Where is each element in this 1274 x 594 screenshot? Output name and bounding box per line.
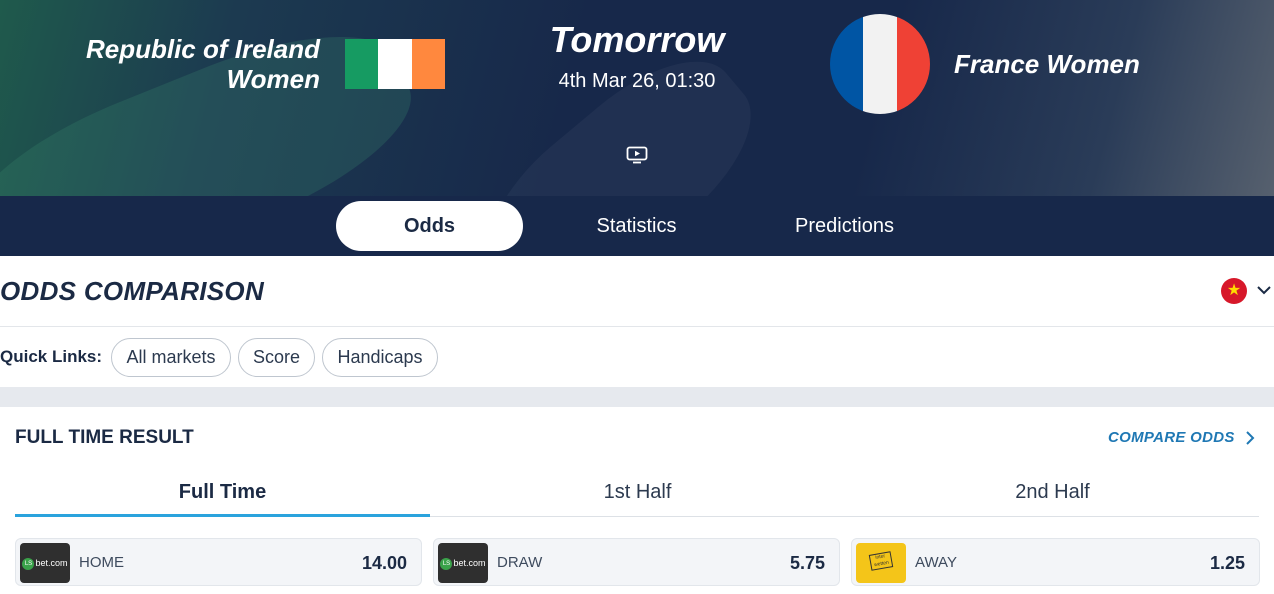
lsbet-logo-badge: LS — [22, 557, 35, 570]
odd-label: DRAW — [497, 554, 543, 571]
period-tab-full-time[interactable]: Full Time — [15, 477, 430, 517]
period-tab-2nd-half[interactable]: 2nd Half — [845, 477, 1260, 517]
interwetten-logo: inter wetten — [856, 543, 906, 583]
home-team-name-line2: Women — [226, 64, 320, 94]
lsbet-logo: LS bet.com — [438, 543, 488, 583]
odd-label: AWAY — [915, 554, 957, 571]
france-flag-icon — [830, 14, 930, 114]
active-period-indicator — [15, 514, 430, 517]
period-tab-1st-half[interactable]: 1st Half — [430, 477, 845, 517]
vietnam-flag-icon[interactable]: ★ — [1221, 278, 1247, 304]
odd-away[interactable]: inter wetten AWAY 1.25 — [851, 538, 1260, 586]
lsbet-logo-text: bet.com — [453, 558, 486, 568]
compare-odds-link[interactable]: COMPARE ODDS — [1108, 428, 1235, 448]
chevron-down-icon[interactable] — [1256, 282, 1272, 298]
lsbet-logo: LS bet.com — [20, 543, 70, 583]
lsbet-logo-badge: LS — [440, 557, 453, 570]
chevron-right-icon[interactable] — [1244, 430, 1256, 446]
tab-odds[interactable]: Odds — [336, 201, 523, 251]
odd-label: HOME — [79, 554, 124, 571]
match-tabs: Odds Statistics Predictions — [0, 196, 1274, 256]
tab-statistics[interactable]: Statistics — [543, 201, 730, 251]
lsbet-logo-text: bet.com — [35, 558, 68, 568]
section-gap — [0, 387, 1274, 407]
odd-value: 1.25 — [1209, 553, 1245, 573]
quick-link-handicaps[interactable]: Handicaps — [322, 338, 438, 377]
odds-comparison-title: ODDS COMPARISON — [0, 276, 265, 306]
tab-predictions[interactable]: Predictions — [751, 201, 938, 251]
quick-link-score[interactable]: Score — [238, 338, 315, 377]
odd-draw[interactable]: LS bet.com DRAW 5.75 — [433, 538, 840, 586]
interwetten-logo-text: inter wetten — [868, 551, 894, 571]
full-time-result-card: FULL TIME RESULT COMPARE ODDS Full Time … — [0, 407, 1274, 594]
home-team-name[interactable]: Republic of Ireland Women — [40, 34, 320, 94]
full-time-result-title: FULL TIME RESULT — [15, 427, 194, 448]
ireland-flag-icon — [345, 39, 445, 89]
quick-link-all-markets[interactable]: All markets — [111, 338, 231, 377]
match-header: Republic of Ireland Women Tomorrow 4th M… — [0, 0, 1274, 196]
home-team-name-line1: Republic of Ireland — [85, 34, 320, 64]
quick-links-label: Quick Links: — [0, 347, 103, 366]
tv-play-icon[interactable] — [626, 146, 648, 164]
odd-value: 5.75 — [789, 553, 825, 573]
odd-home[interactable]: LS bet.com HOME 14.00 — [15, 538, 422, 586]
match-day: Tomorrow — [549, 19, 725, 60]
match-datetime: 4th Mar 26, 01:30 — [558, 70, 716, 92]
odd-value: 14.00 — [361, 553, 407, 573]
away-team-name[interactable]: France Women — [954, 49, 1254, 79]
divider — [0, 326, 1274, 327]
background-streak — [0, 0, 434, 196]
